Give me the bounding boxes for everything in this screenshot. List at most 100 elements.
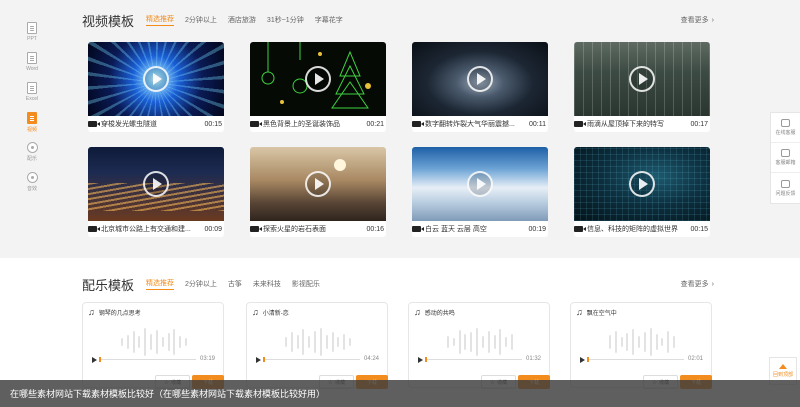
tab-featured[interactable]: 精选推荐 (146, 278, 175, 290)
play-icon[interactable] (256, 357, 261, 363)
video-card[interactable]: 北京城市公路上有交通和建... 00:09 (88, 147, 224, 237)
sidebar-item-sound[interactable]: 音效 (22, 172, 42, 202)
play-icon[interactable] (143, 66, 169, 92)
music-card[interactable]: ♫感动的共鸣 01:32 收藏 下载 (408, 302, 550, 389)
sidebar-item-video[interactable]: 视频 (22, 112, 42, 142)
video-title[interactable]: 北京城市公路上有交通和建... (101, 224, 200, 234)
tab-future-tech[interactable]: 未来科技 (253, 279, 281, 290)
progress-bar[interactable] (587, 357, 684, 362)
play-icon[interactable] (467, 66, 493, 92)
ppt-file-icon (27, 22, 37, 34)
progress-bar[interactable] (99, 357, 196, 362)
video-meta: 白云 蓝天 云层 高空 00:19 (412, 223, 548, 235)
music-card[interactable]: ♫小清新-恋 04:24 收藏 下载 (246, 302, 388, 389)
video-title[interactable]: 探索火星的岩石表面 (263, 224, 362, 234)
chevron-right-icon: › (711, 281, 714, 288)
tab-over-2min[interactable]: 2分钟以上 (185, 15, 217, 26)
video-thumbnail[interactable] (88, 147, 224, 221)
video-camera-icon (574, 226, 586, 232)
play-icon[interactable] (143, 171, 169, 197)
video-title[interactable]: 雨滴从屋顶掉下来的特写 (587, 119, 686, 129)
music-title[interactable]: 飘在空气中 (587, 308, 617, 317)
music-note-icon: ♫ (88, 307, 95, 317)
play-icon[interactable] (580, 357, 585, 363)
video-card[interactable]: 白云 蓝天 云层 高空 00:19 (412, 147, 548, 237)
video-meta: 数字翻转炸裂大气华丽震撼... 00:11 (412, 118, 548, 130)
video-title[interactable]: 数字翻转炸裂大气华丽震撼... (425, 119, 525, 129)
video-thumbnail[interactable] (412, 147, 548, 221)
tab-over-2min[interactable]: 2分钟以上 (185, 279, 217, 290)
play-icon[interactable] (629, 66, 655, 92)
music-title[interactable]: 钢琴的几点思考 (99, 308, 141, 317)
video-card[interactable]: 数字翻转炸裂大气华丽震撼... 00:11 (412, 42, 548, 132)
video-card[interactable]: 探索火星的岩石表面 00:16 (250, 147, 386, 237)
view-more-label: 查看更多 (680, 281, 709, 288)
video-title[interactable]: 白云 蓝天 云层 高空 (425, 224, 524, 234)
sidebar-item-label: 配乐 (26, 156, 37, 162)
video-section-header: 视频模板 精选推荐 2分钟以上 酒店旅游 31秒~1分钟 字幕花字 查看更多 › (82, 12, 722, 29)
video-card[interactable]: 黑色背景上的圣诞装饰品 00:21 (250, 42, 386, 132)
video-title[interactable]: 穿梭发光螺虫隧道 (101, 119, 200, 129)
service-email-button[interactable]: 客服邮箱 (771, 143, 800, 173)
play-icon[interactable] (305, 171, 331, 197)
feedback-button[interactable]: 问题反馈 (771, 173, 800, 203)
music-section: 配乐模板 精选推荐 2分钟以上 古筝 未来科技 影视配乐 查看更多 › ♫ 钢琴的几… (82, 276, 722, 389)
video-duration: 00:21 (366, 120, 384, 128)
music-duration: 04:24 (363, 356, 379, 362)
back-to-top-label: 回到顶部 (772, 372, 793, 378)
video-thumbnail[interactable] (250, 42, 386, 116)
music-card[interactable]: ♫钢琴的几点思考 03:19 收藏 下载 (82, 302, 224, 389)
video-camera-icon (88, 226, 100, 232)
play-icon[interactable] (629, 171, 655, 197)
play-icon[interactable] (418, 357, 423, 363)
music-duration: 03:19 (199, 356, 215, 362)
sidebar-item-label: PPT (27, 36, 37, 42)
sidebar-item-word[interactable]: Word (22, 52, 42, 82)
tab-hotel-travel[interactable]: 酒店旅游 (228, 15, 256, 26)
chevron-right-icon: › (711, 17, 714, 24)
video-thumbnail[interactable] (574, 147, 710, 221)
music-card[interactable]: ♫飘在空气中 02:01 收藏 下载 (570, 302, 712, 389)
view-more-link[interactable]: 查看更多 › (681, 279, 714, 289)
tab-guzheng[interactable]: 古筝 (228, 279, 242, 290)
feedback-icon (781, 179, 790, 188)
tab-film-score[interactable]: 影视配乐 (292, 279, 320, 290)
play-icon[interactable] (92, 357, 97, 363)
video-card[interactable]: 穿梭发光螺虫隧道 00:15 (88, 42, 224, 132)
video-duration: 00:16 (366, 225, 384, 233)
tab-subtitle-text[interactable]: 字幕花字 (315, 15, 343, 26)
tab-31s-1min[interactable]: 31秒~1分钟 (267, 15, 304, 26)
right-sidebar: 在线客服 客服邮箱 问题反馈 (770, 112, 800, 204)
sidebar-item-excel[interactable]: Excel (22, 82, 42, 112)
music-icon (26, 142, 38, 153)
progress-bar[interactable] (425, 357, 522, 362)
online-service-button[interactable]: 在线客服 (771, 113, 800, 143)
music-title[interactable]: 小清新-恋 (263, 308, 289, 317)
video-duration: 00:17 (690, 120, 708, 128)
video-thumbnail[interactable] (412, 42, 548, 116)
video-title[interactable]: 黑色背景上的圣诞装饰品 (263, 119, 362, 129)
music-note-icon: ♫ (576, 307, 583, 317)
video-thumbnail[interactable] (574, 42, 710, 116)
video-thumbnail[interactable] (88, 42, 224, 116)
progress-bar[interactable] (263, 357, 360, 362)
video-card[interactable]: 雨滴从屋顶掉下来的特写 00:17 (574, 42, 710, 132)
tab-featured[interactable]: 精选推荐 (146, 14, 175, 26)
video-title[interactable]: 信息、科技的矩阵的虚拟世界 (587, 224, 686, 234)
view-more-link[interactable]: 查看更多 › (681, 15, 714, 25)
caption-text: 在哪些素材网站下载素材模板比较好（在哪些素材网站下载素材模板比较好用） (10, 389, 326, 399)
music-title[interactable]: 感动的共鸣 (425, 308, 455, 317)
sidebar-item-label: 音效 (26, 186, 37, 192)
video-duration: 00:15 (690, 225, 708, 233)
chat-icon (781, 119, 790, 127)
sidebar-item-ppt[interactable]: PPT (22, 22, 42, 52)
video-card[interactable]: 信息、科技的矩阵的虚拟世界 00:15 (574, 147, 710, 237)
music-note-icon: ♫ (252, 307, 259, 317)
sidebar-item-music[interactable]: 配乐 (22, 142, 42, 172)
play-icon[interactable] (305, 66, 331, 92)
music-header: ♫ 飘在空气中 (576, 307, 617, 317)
play-icon[interactable] (467, 171, 493, 197)
video-camera-icon (412, 226, 424, 232)
left-sidebar: PPT Word Excel 视频 配乐 音效 (22, 22, 42, 202)
video-thumbnail[interactable] (250, 147, 386, 221)
